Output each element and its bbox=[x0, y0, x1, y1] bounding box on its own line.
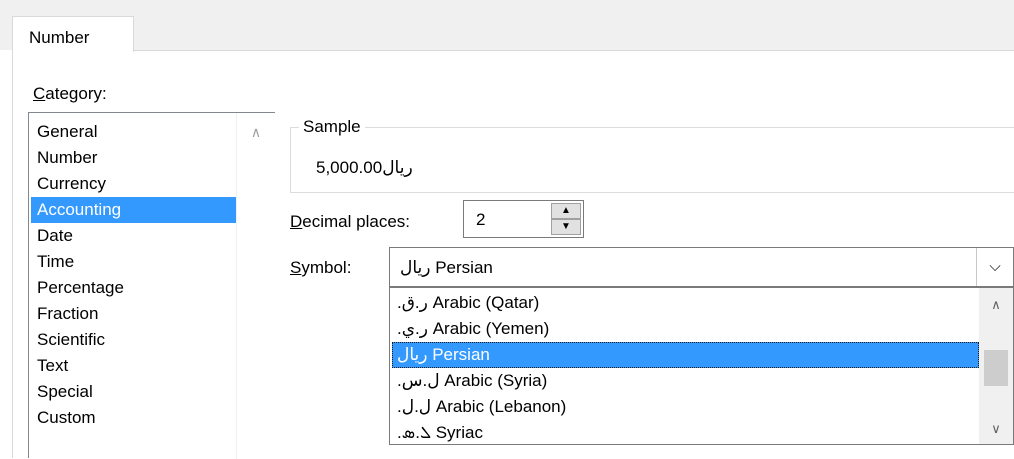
spin-up-icon[interactable]: ▲ bbox=[551, 203, 581, 219]
decimal-places-label: Decimal places: bbox=[290, 212, 410, 231]
category-item-accounting[interactable]: Accounting bbox=[31, 197, 236, 223]
category-item-number[interactable]: Number bbox=[31, 145, 236, 171]
symbol-option-persian[interactable]: ریال Persian bbox=[392, 342, 979, 368]
tab-number[interactable]: Number bbox=[12, 16, 134, 52]
chevron-down-icon[interactable]: ⌵ bbox=[976, 248, 1013, 286]
sample-title: Sample bbox=[299, 117, 365, 137]
category-label: Category: bbox=[33, 84, 107, 103]
category-item-scientific[interactable]: Scientific bbox=[31, 327, 236, 353]
category-item-time[interactable]: Time bbox=[31, 249, 236, 275]
symbol-dropdown-list[interactable]: ر.ق.‏ Arabic (Qatar) ر.ي.‏ Arabic (Yemen… bbox=[389, 287, 1014, 445]
category-item-text[interactable]: Text bbox=[31, 353, 236, 379]
symbol-option-arabic-qatar[interactable]: ر.ق.‏ Arabic (Qatar) bbox=[392, 290, 979, 316]
decimal-places-input[interactable]: 2 ▲ ▼ bbox=[463, 200, 584, 238]
sample-value: ریال5,000.00 bbox=[316, 158, 413, 177]
spin-down-icon[interactable]: ▼ bbox=[551, 219, 581, 235]
decimal-places-value: 2 bbox=[476, 210, 486, 229]
chevron-up-icon[interactable]: ∧ bbox=[979, 292, 1013, 318]
tab-number-label: Number bbox=[29, 28, 90, 47]
tab-strip: Number bbox=[0, 0, 1014, 52]
symbol-option-arabic-syria[interactable]: ل.س.‏ Arabic (Syria) bbox=[392, 368, 979, 394]
symbol-option-arabic-yemen[interactable]: ر.ي.‏ Arabic (Yemen) bbox=[392, 316, 979, 342]
category-scrollbar[interactable]: ∧ bbox=[236, 113, 275, 459]
category-item-general[interactable]: General bbox=[31, 119, 236, 145]
symbol-dropdown-scrollbar[interactable]: ∧ ∨ bbox=[979, 288, 1013, 444]
decimal-places-spinner: ▲ ▼ bbox=[551, 203, 581, 235]
tab-page-left-border bbox=[12, 50, 13, 458]
symbol-combobox[interactable]: ریال Persian ⌵ bbox=[389, 247, 1014, 287]
category-item-custom[interactable]: Custom bbox=[31, 405, 236, 431]
chevron-down-icon[interactable]: ∨ bbox=[979, 416, 1013, 442]
symbol-value: ریال Persian bbox=[400, 258, 493, 277]
category-item-special[interactable]: Special bbox=[31, 379, 236, 405]
symbol-option-syriac[interactable]: ܠ.ܣ.‏ Syriac bbox=[392, 420, 979, 446]
symbol-option-arabic-lebanon[interactable]: ل.ل.‏ Arabic (Lebanon) bbox=[392, 394, 979, 420]
symbol-label: Symbol: bbox=[290, 258, 352, 277]
scrollbar-thumb[interactable] bbox=[984, 350, 1008, 386]
category-item-percentage[interactable]: Percentage bbox=[31, 275, 236, 301]
chevron-up-icon[interactable]: ∧ bbox=[237, 117, 275, 147]
tab-page-top-border bbox=[134, 50, 1014, 51]
category-item-fraction[interactable]: Fraction bbox=[31, 301, 236, 327]
category-list[interactable]: General Number Currency Accounting Date … bbox=[28, 112, 275, 459]
category-item-currency[interactable]: Currency bbox=[31, 171, 236, 197]
category-item-date[interactable]: Date bbox=[31, 223, 236, 249]
